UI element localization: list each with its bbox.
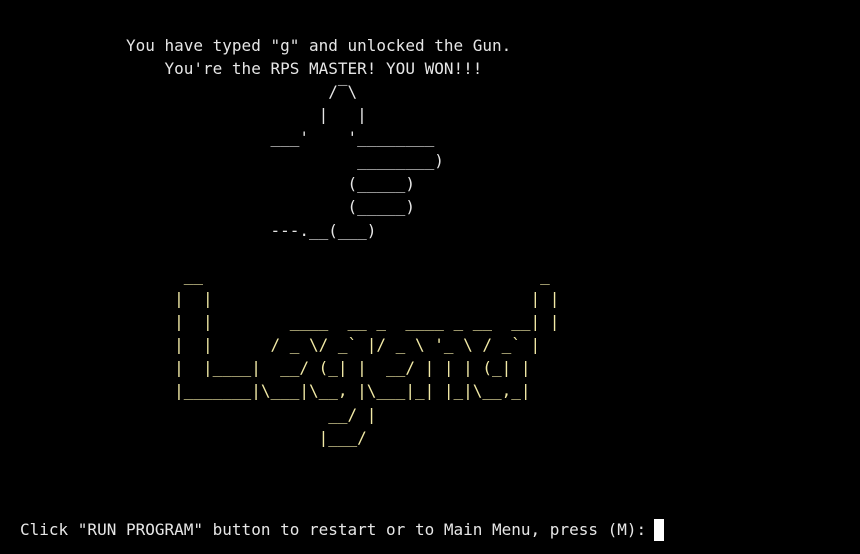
- unlock-message: You have typed "g" and unlocked the Gun.: [20, 36, 512, 55]
- prompt-text: Click "RUN PROGRAM" button to restart or…: [20, 520, 647, 539]
- legend-ascii-art: __ _ | | | | | | ____ __ _ ____ _ __ __|…: [174, 266, 560, 447]
- terminal-window: You have typed "g" and unlocked the Gun.…: [0, 0, 860, 554]
- input-prompt[interactable]: Click "RUN PROGRAM" button to restart or…: [20, 518, 665, 541]
- gun-ascii-art: /‾\ | | ___' '________ ________) (_____): [270, 82, 444, 240]
- text-cursor[interactable]: [654, 518, 665, 541]
- winner-message: You're the RPS MASTER! YOU WON!!!: [20, 59, 483, 78]
